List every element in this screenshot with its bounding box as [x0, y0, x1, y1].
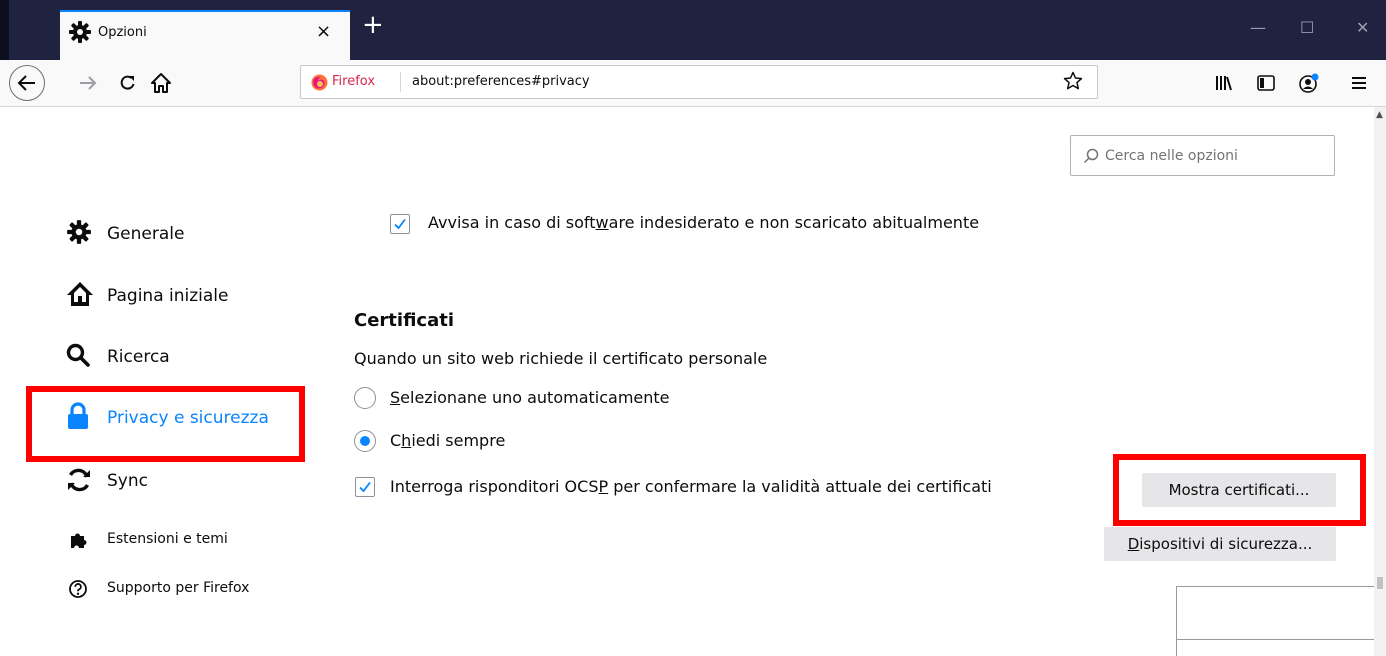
search-options[interactable]: [1070, 135, 1335, 176]
scrollbar-thumb[interactable]: [1377, 577, 1383, 589]
home-icon: [66, 280, 94, 312]
button-label: ispositivi di sicurezza...: [1139, 535, 1313, 553]
unwanted-software-label[interactable]: Avvisa in caso di software indesiderato …: [428, 213, 979, 232]
accesskey: D: [1127, 535, 1140, 553]
certificates-heading: Certificati: [354, 310, 455, 331]
accesskey: h: [401, 431, 412, 450]
gear-icon: [66, 219, 92, 249]
tab-title: Opzioni: [98, 25, 147, 40]
label-text: per confermare la validità attuale dei c…: [608, 477, 992, 496]
url-separator: [400, 72, 401, 92]
panel-divider: [1177, 639, 1374, 640]
auto-select-label[interactable]: Selezionane uno automaticamente: [390, 388, 670, 407]
address-bar[interactable]: Firefox about:preferences#privacy: [300, 65, 1098, 99]
hamburger-menu-icon[interactable]: [1350, 74, 1368, 96]
security-devices-button[interactable]: Dispositivi di sicurezza...: [1104, 527, 1336, 561]
checkmark-icon: [394, 218, 406, 230]
ask-always-radio[interactable]: [354, 430, 376, 452]
ocsp-label[interactable]: Interroga risponditori OCSP per conferma…: [390, 477, 992, 496]
certificates-description: Quando un sito web richiede il certifica…: [354, 349, 768, 368]
search-input[interactable]: [1103, 144, 1332, 168]
ocsp-checkbox[interactable]: [355, 477, 375, 497]
show-certificates-button[interactable]: Mostra certificati...: [1142, 473, 1336, 507]
close-window-button[interactable]: ✕: [1356, 20, 1369, 36]
reload-icon[interactable]: [118, 73, 138, 97]
gear-icon: [68, 20, 92, 44]
scroll-up-icon[interactable]: ▲: [1376, 110, 1383, 120]
label-text: elezionane uno automaticamente: [400, 388, 670, 407]
sidebar-toggle-icon[interactable]: [1256, 73, 1276, 97]
accesskey: P: [598, 477, 609, 496]
accesskey: w: [595, 213, 609, 232]
label-text: Interroga risponditori OCS: [390, 477, 599, 496]
nav-toolbar: Firefox about:preferences#privacy: [0, 60, 1386, 107]
sidebar-item-label: Sync: [107, 471, 148, 491]
title-bar: Opzioni × + — ☐ ✕: [0, 0, 1386, 60]
search-icon: [1083, 148, 1099, 164]
maximize-button[interactable]: ☐: [1300, 20, 1314, 36]
unwanted-software-checkbox[interactable]: [390, 214, 410, 234]
minimize-button[interactable]: —: [1250, 20, 1266, 36]
puzzle-icon: [68, 530, 88, 554]
new-tab-button[interactable]: +: [362, 12, 384, 38]
ask-always-label[interactable]: Chiedi sempre: [390, 431, 505, 450]
library-icon[interactable]: [1214, 73, 1234, 97]
scrollbar[interactable]: [1374, 107, 1386, 656]
bookmark-star-icon[interactable]: [1063, 71, 1083, 91]
sidebar-item-label: Estensioni e temi: [107, 531, 228, 547]
back-arrow-icon: [17, 75, 35, 91]
sidebar-item-label: Supporto per Firefox: [107, 580, 250, 596]
window-edge: [0, 0, 9, 60]
label-text: are indesiderato e non scaricato abitual…: [608, 213, 980, 232]
home-icon[interactable]: [150, 72, 172, 98]
sync-icon: [66, 467, 92, 497]
forward-arrow-icon[interactable]: [78, 73, 98, 97]
highlight-privacy: [26, 386, 305, 462]
label-text: C: [390, 431, 402, 450]
sidebar-item-label: Generale: [107, 224, 185, 244]
label-text: iedi sempre: [411, 431, 506, 450]
help-icon: [68, 579, 88, 603]
sidebar-item-label: Pagina iniziale: [107, 286, 229, 306]
identity-label[interactable]: Firefox: [332, 74, 375, 89]
firefox-logo-icon: [311, 74, 328, 91]
search-icon: [66, 343, 90, 371]
back-button[interactable]: [9, 65, 45, 101]
dialog-panel-edge: [1176, 586, 1374, 656]
label-text: Avvisa in caso di soft: [428, 213, 596, 232]
auto-select-radio[interactable]: [354, 387, 376, 409]
account-icon[interactable]: [1298, 72, 1320, 98]
sidebar-item-label: Ricerca: [107, 347, 170, 367]
url-text[interactable]: about:preferences#privacy: [412, 74, 590, 89]
tab-options[interactable]: Opzioni ×: [60, 10, 350, 60]
accesskey: S: [390, 388, 401, 407]
checkmark-icon: [359, 481, 371, 493]
close-tab-icon[interactable]: ×: [316, 21, 331, 42]
